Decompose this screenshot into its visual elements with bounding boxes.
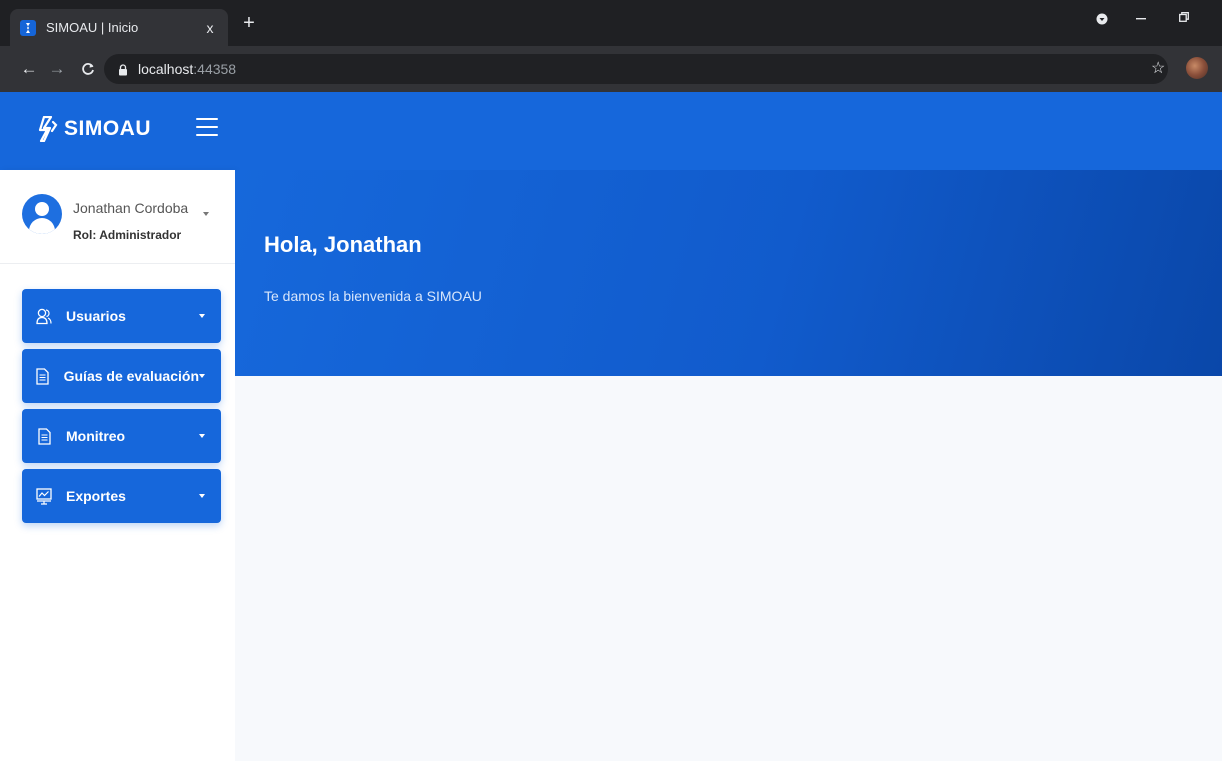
extension-icon[interactable]	[1092, 12, 1112, 28]
address-bar[interactable]: localhost:44358	[104, 54, 1168, 84]
greeting-title: Hola, Jonathan	[264, 232, 422, 257]
hamburger-menu-icon[interactable]	[196, 118, 218, 140]
user-name: Jonathan Cordoba	[73, 200, 189, 216]
new-tab-button[interactable]: +	[238, 13, 260, 33]
sidebar-item-label: Monitreo	[66, 428, 126, 444]
sidebar-item-label: Exportes	[66, 488, 126, 504]
browser-toolbar: ← → localhost:44358 ☆	[0, 46, 1222, 92]
simoau-logo-icon	[38, 116, 58, 142]
user-panel: Jonathan Cordoba Rol: Administrador	[0, 170, 235, 264]
back-arrow-icon[interactable]: ←	[18, 58, 40, 80]
welcome-subtitle: Te damos la bienvenida a SIMOAU	[264, 288, 482, 304]
chevron-down-icon	[199, 494, 205, 498]
sidebar-item-exportes[interactable]: Exportes	[22, 469, 221, 523]
forward-arrow-icon[interactable]: →	[46, 58, 68, 80]
sidebar-item-label: Guías de evaluación	[63, 368, 199, 384]
tab-close-button[interactable]: x	[202, 20, 218, 36]
welcome-banner: Hola, Jonathan Te damos la bienvenida a …	[235, 170, 1222, 376]
reload-icon[interactable]	[77, 58, 99, 80]
user-dropdown-caret-icon[interactable]	[203, 212, 209, 216]
document-icon	[36, 367, 50, 385]
sidebar-item-usuarios[interactable]: Usuarios	[22, 289, 221, 343]
brand-name: SIMOAU	[64, 117, 151, 140]
sidebar-item-label: Usuarios	[66, 308, 126, 324]
user-avatar	[22, 194, 62, 234]
tab-title: SIMOAU | Inicio	[46, 20, 139, 35]
presentation-chart-icon	[36, 487, 52, 505]
url-host: localhost	[138, 61, 194, 77]
chevron-down-icon	[199, 434, 205, 438]
brand-logo[interactable]: SIMOAU	[36, 116, 151, 142]
restore-icon[interactable]	[1174, 9, 1194, 25]
users-icon	[36, 307, 52, 325]
sidebar-item-guias-de-evaluacion[interactable]: Guías de evaluación	[22, 349, 221, 403]
url-port: :44358	[193, 61, 237, 77]
minimize-icon[interactable]	[1131, 10, 1151, 26]
sidebar-item-monitreo[interactable]: Monitreo	[22, 409, 221, 463]
sidebar: Jonathan Cordoba Rol: Administrador Usua…	[0, 170, 235, 761]
simoau-favicon-icon	[20, 19, 36, 36]
app-header: SIMOAU	[0, 92, 1222, 170]
document-icon	[36, 427, 52, 445]
profile-avatar[interactable]	[1186, 57, 1208, 79]
user-role: Rol: Administrador	[73, 228, 182, 242]
browser-tab-bar: SIMOAU | Inicio x +	[0, 0, 1222, 46]
lock-icon	[118, 63, 128, 76]
browser-tab[interactable]: SIMOAU | Inicio x	[10, 9, 228, 46]
chevron-down-icon	[199, 314, 205, 318]
bookmark-star-icon[interactable]: ☆	[1151, 58, 1165, 78]
chevron-down-icon	[199, 374, 205, 378]
main-content-area	[235, 376, 1222, 761]
